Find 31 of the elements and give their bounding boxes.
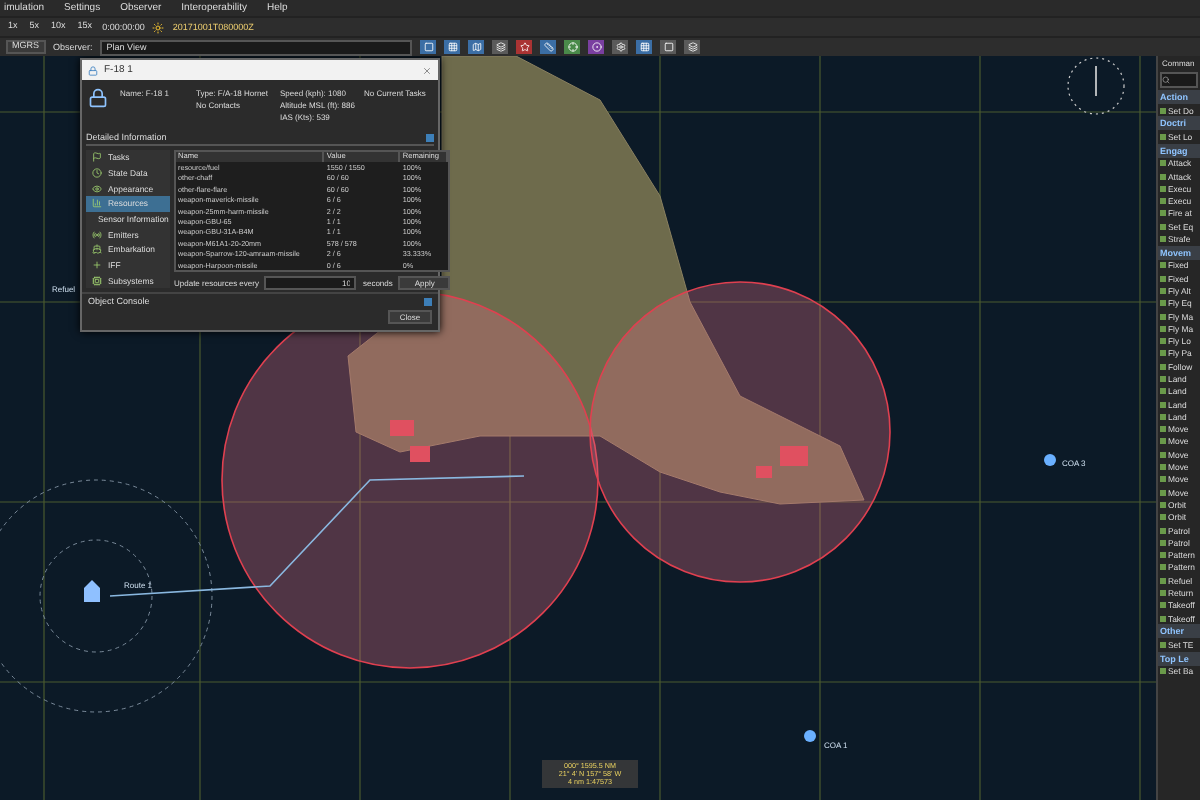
clock-icon bbox=[92, 168, 102, 178]
ship-icon bbox=[804, 730, 816, 742]
square-icon[interactable] bbox=[420, 40, 437, 54]
search-field[interactable] bbox=[1160, 72, 1198, 88]
settings-icon[interactable] bbox=[612, 40, 629, 54]
eye-icon bbox=[92, 183, 102, 194]
ship-icon bbox=[92, 244, 102, 255]
square-icon[interactable] bbox=[660, 40, 677, 54]
aircraft-icon bbox=[84, 580, 100, 602]
radio-icon bbox=[92, 229, 102, 240]
grid-icon[interactable] bbox=[636, 40, 653, 54]
chip-icon bbox=[92, 275, 102, 286]
plus-icon bbox=[92, 260, 102, 271]
bar-chart-icon bbox=[92, 198, 102, 209]
map-icon[interactable] bbox=[468, 40, 485, 54]
target-icon[interactable] bbox=[588, 40, 605, 54]
flag-icon bbox=[92, 152, 102, 163]
compass-drawing bbox=[1067, 57, 1125, 115]
lock-icon bbox=[88, 88, 108, 108]
ruler-icon[interactable] bbox=[540, 40, 557, 54]
ship-icon bbox=[1044, 454, 1056, 466]
sun-icon bbox=[152, 21, 165, 33]
crosshair-icon[interactable] bbox=[564, 40, 581, 54]
search-icon bbox=[1162, 76, 1170, 84]
grid-icon[interactable] bbox=[444, 40, 461, 54]
layers-icon[interactable] bbox=[684, 40, 701, 54]
lock-icon bbox=[88, 65, 98, 75]
star-icon[interactable] bbox=[516, 40, 533, 54]
layers-icon[interactable] bbox=[492, 40, 509, 54]
expand-icon[interactable] bbox=[424, 297, 432, 305]
expand-icon[interactable] bbox=[426, 133, 434, 141]
